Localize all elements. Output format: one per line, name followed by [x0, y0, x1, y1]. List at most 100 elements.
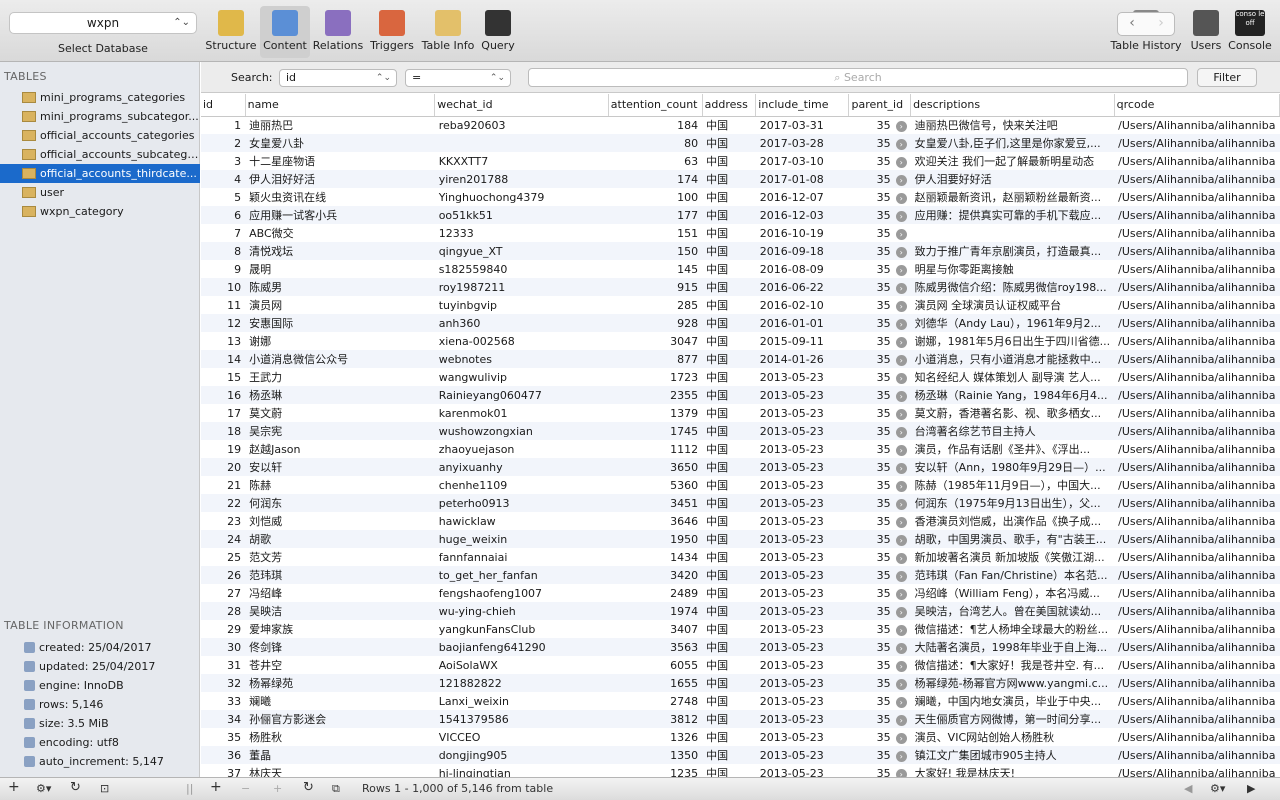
gear-icon[interactable]: ⚙▾ [36, 782, 51, 795]
cell-name[interactable]: 女皇爱八卦 [245, 134, 435, 152]
foreign-key-arrow-icon[interactable]: › [895, 480, 907, 492]
cell-name[interactable]: 清悦戏坛 [245, 242, 435, 260]
cell-qrcode[interactable]: /Users/Alihanniba/alihanniba [1114, 422, 1280, 440]
cell-descriptions[interactable]: 刘德华（Andy Lau），1961年9月2... [910, 314, 1115, 332]
cell-address[interactable]: 中国 [702, 242, 756, 260]
cell-parent_id[interactable]: 35 › [848, 422, 911, 440]
table-row[interactable]: 13 谢娜 xiena-002568 3047 中国 2015-09-11 35 › 谢娜，19… [201, 332, 1280, 350]
cell-qrcode[interactable]: /Users/Alihanniba/alihanniba [1114, 476, 1279, 494]
table-row[interactable]: 1 迪丽热巴 reba920603 184 中国 2017-03-31 35 › 迪丽热巴微信号… [201, 116, 1280, 134]
cell-wechat_id[interactable]: fannfannaiai [435, 548, 609, 566]
cell-address[interactable]: 中国 [702, 764, 756, 777]
cell-attention_count[interactable]: 3646 [608, 512, 702, 530]
cell-parent_id[interactable]: 35 › [848, 602, 911, 620]
cell-wechat_id[interactable]: fengshaofeng1007 [435, 584, 609, 602]
foreign-key-arrow-icon[interactable]: › [895, 498, 907, 510]
cell-name[interactable]: 颖火虫资讯在线 [245, 188, 435, 206]
foreign-key-arrow-icon[interactable]: › [895, 192, 907, 204]
cell-qrcode[interactable]: /Users/Alihanniba/alihanniba [1114, 224, 1279, 242]
column-header-wechat_id[interactable]: wechat_id [434, 94, 609, 117]
cell-wechat_id[interactable]: 121882822 [434, 674, 609, 692]
cell-wechat_id[interactable] [434, 134, 609, 152]
cell-parent_id[interactable]: 35 › [848, 638, 911, 656]
cell-id[interactable]: 14 [201, 350, 246, 368]
cell-wechat_id[interactable]: KKXXTT7 [435, 152, 609, 170]
cell-address[interactable]: 中国 [702, 476, 756, 494]
cell-attention_count[interactable]: 3812 [608, 710, 703, 728]
cell-attention_count[interactable]: 285 [608, 296, 702, 314]
cell-parent_id[interactable]: 35 › [848, 458, 911, 476]
cell-address[interactable]: 中国 [702, 206, 756, 224]
cell-wechat_id[interactable]: Lanxi_weixin [435, 692, 609, 710]
cell-include_time[interactable]: 2017-03-28 [755, 134, 849, 152]
table-row[interactable]: 21 陈赫 chenhe1109 5360 中国 2013-05-23 35 › 陈赫（1985… [201, 476, 1280, 494]
cell-include_time[interactable]: 2013-05-23 [756, 404, 849, 422]
cell-name[interactable]: 何润东 [245, 494, 435, 512]
pagination-icon[interactable]: ⧉ [332, 782, 340, 796]
cell-qrcode[interactable]: /Users/Alihanniba/alihanniba [1114, 512, 1279, 530]
table-row[interactable]: 3 十二星座物语 KKXXTT7 63 中国 2017-03-10 35 › 欢迎关注 我们一起… [201, 152, 1280, 170]
foreign-key-arrow-icon[interactable]: › [895, 264, 907, 276]
foreign-key-arrow-icon[interactable]: › [895, 426, 907, 438]
cell-include_time[interactable]: 2013-05-23 [756, 476, 849, 494]
table-row[interactable]: 5 颖火虫资讯在线 Yinghuochong4379 100 中国 2016-12-07 3… [201, 188, 1280, 206]
cell-qrcode[interactable]: /Users/Alihanniba/alihanniba [1114, 368, 1279, 386]
cell-descriptions[interactable]: 大陆著名演员，1998年毕业于自上海... [910, 638, 1115, 656]
table-item[interactable]: mini_programs_categories [0, 88, 200, 107]
cell-qrcode[interactable]: /Users/Alihanniba/alihanniba [1114, 602, 1280, 620]
filter-table-icon[interactable]: ⊡ [100, 782, 109, 795]
cell-wechat_id[interactable]: Yinghuochong4379 [435, 188, 609, 206]
cell-address[interactable]: 中国 [702, 710, 756, 728]
cell-id[interactable]: 22 [201, 494, 246, 512]
cell-wechat_id[interactable]: wangwulivip [435, 368, 609, 386]
cell-address[interactable]: 中国 [702, 314, 756, 332]
cell-address[interactable]: 中国 [702, 638, 756, 656]
cell-address[interactable]: 中国 [702, 278, 756, 296]
table-row[interactable]: 19 赵越Jason zhaoyuejason 1112 中国 2013-05-23 35 ›… [201, 440, 1280, 458]
cell-id[interactable]: 8 [201, 242, 246, 260]
cell-address[interactable]: 中国 [702, 602, 756, 620]
cell-attention_count[interactable]: 1326 [608, 728, 702, 746]
foreign-key-arrow-icon[interactable]: › [895, 282, 907, 294]
table-row[interactable]: 28 吴映洁 wu-ying-chieh 1974 中国 2013-05-23 35 › 吴映洁… [201, 602, 1280, 620]
cell-parent_id[interactable]: 35 › [848, 350, 911, 368]
cell-qrcode[interactable]: /Users/Alihanniba/alihanniba [1114, 584, 1279, 602]
cell-attention_count[interactable]: 150 [608, 242, 703, 260]
cell-attention_count[interactable]: 6055 [608, 656, 702, 674]
cell-parent_id[interactable]: 35 › [849, 512, 911, 530]
cell-id[interactable]: 11 [201, 296, 245, 314]
cell-name[interactable]: 冯绍峰 [245, 584, 435, 602]
table-row[interactable]: 33 斓曦 Lanxi_weixin 2748 中国 2013-05-23 35 › 斓曦，中国… [201, 692, 1280, 710]
next-page-icon[interactable]: ▶ [1247, 782, 1255, 795]
cell-attention_count[interactable]: 3047 [608, 332, 702, 350]
cell-include_time[interactable]: 2013-05-23 [755, 674, 849, 692]
table-row[interactable]: 37 林庆天 hi-linqingtian 1235 中国 2013-05-23 35 › 大家… [201, 764, 1280, 777]
cell-name[interactable]: 陈威男 [245, 278, 435, 296]
cell-parent_id[interactable]: 35 › [849, 656, 911, 674]
table-row[interactable]: 15 王武力 wangwulivip 1723 中国 2013-05-23 35 › 知名经纪人… [201, 368, 1280, 386]
foreign-key-arrow-icon[interactable]: › [895, 552, 907, 564]
table-row[interactable]: 20 安以轩 anyixuanhy 3650 中国 2013-05-23 35 › 安以轩（An… [201, 458, 1280, 476]
cell-id[interactable]: 2 [201, 134, 246, 152]
cell-qrcode[interactable]: /Users/Alihanniba/alihanniba [1114, 548, 1279, 566]
column-header-name[interactable]: name [245, 94, 436, 117]
cell-attention_count[interactable]: 1950 [608, 530, 703, 548]
toolbar-console-button[interactable]: conso le off Console [1228, 6, 1272, 58]
cell-include_time[interactable]: 2013-05-23 [756, 548, 849, 566]
table-row[interactable]: 6 应用赚一试客小兵 oo51kk51 177 中国 2016-12-03 35 › 应用赚：提… [201, 206, 1280, 224]
cell-wechat_id[interactable]: xiena-002568 [435, 332, 609, 350]
cell-parent_id[interactable]: 35 › [849, 260, 911, 278]
cell-address[interactable]: 中国 [702, 134, 756, 152]
foreign-key-arrow-icon[interactable]: › [895, 120, 907, 132]
cell-parent_id[interactable]: 35 › [848, 242, 911, 260]
cell-descriptions[interactable]: 天生俪质官方网微博，第一时间分享... [910, 710, 1115, 728]
cell-qrcode[interactable]: /Users/Alihanniba/alihanniba [1114, 314, 1280, 332]
cell-wechat_id[interactable]: baojianfeng641290 [434, 638, 609, 656]
cell-descriptions[interactable]: 演员，作品有话剧《圣井》、《浮出... [911, 440, 1114, 458]
cell-address[interactable]: 中国 [702, 620, 756, 638]
table-row[interactable]: 16 杨丞琳 Rainieyang060477 2355 中国 2013-05-23 35 ›… [201, 386, 1280, 404]
history-nav[interactable]: ‹ › [1117, 12, 1175, 36]
foreign-key-arrow-icon[interactable]: › [895, 138, 907, 150]
cell-id[interactable]: 9 [201, 260, 245, 278]
cell-attention_count[interactable]: 3563 [608, 638, 703, 656]
